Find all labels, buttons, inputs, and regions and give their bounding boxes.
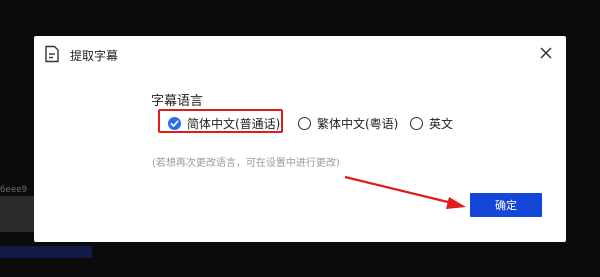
dialog-title-bar: 提取字幕 (34, 36, 566, 70)
confirm-button[interactable]: 确定 (470, 193, 542, 217)
radio-label: 简体中文(普通话) (187, 116, 281, 131)
dialog-title: 提取字幕 (70, 49, 119, 63)
radio-traditional-chinese[interactable]: 繁体中文(粤语) (298, 114, 398, 132)
background-text-fragment: 6eee9 (0, 185, 28, 195)
radio-english[interactable]: 英文 (410, 114, 453, 132)
radio-checked-icon (168, 116, 181, 130)
background-thumbnail (0, 196, 34, 232)
document-icon (44, 45, 60, 63)
radio-unchecked-icon (410, 116, 423, 130)
radio-unchecked-icon (298, 116, 311, 130)
subtitle-language-label: 字幕语言 (151, 94, 204, 109)
close-icon[interactable] (536, 43, 556, 63)
radio-label: 英文 (429, 116, 454, 131)
radio-label: 繁体中文(粤语) (317, 116, 399, 131)
change-language-hint: (若想再次更改语言，可在设置中进行更改) (152, 158, 340, 169)
radio-simplified-chinese[interactable]: 简体中文(普通话) (168, 114, 280, 132)
background-link-strip (0, 246, 92, 258)
extract-subtitles-dialog: 提取字幕 字幕语言 简体中文(普通话) 繁体中文(粤语) 英文 (若想再次更改语… (34, 36, 566, 242)
